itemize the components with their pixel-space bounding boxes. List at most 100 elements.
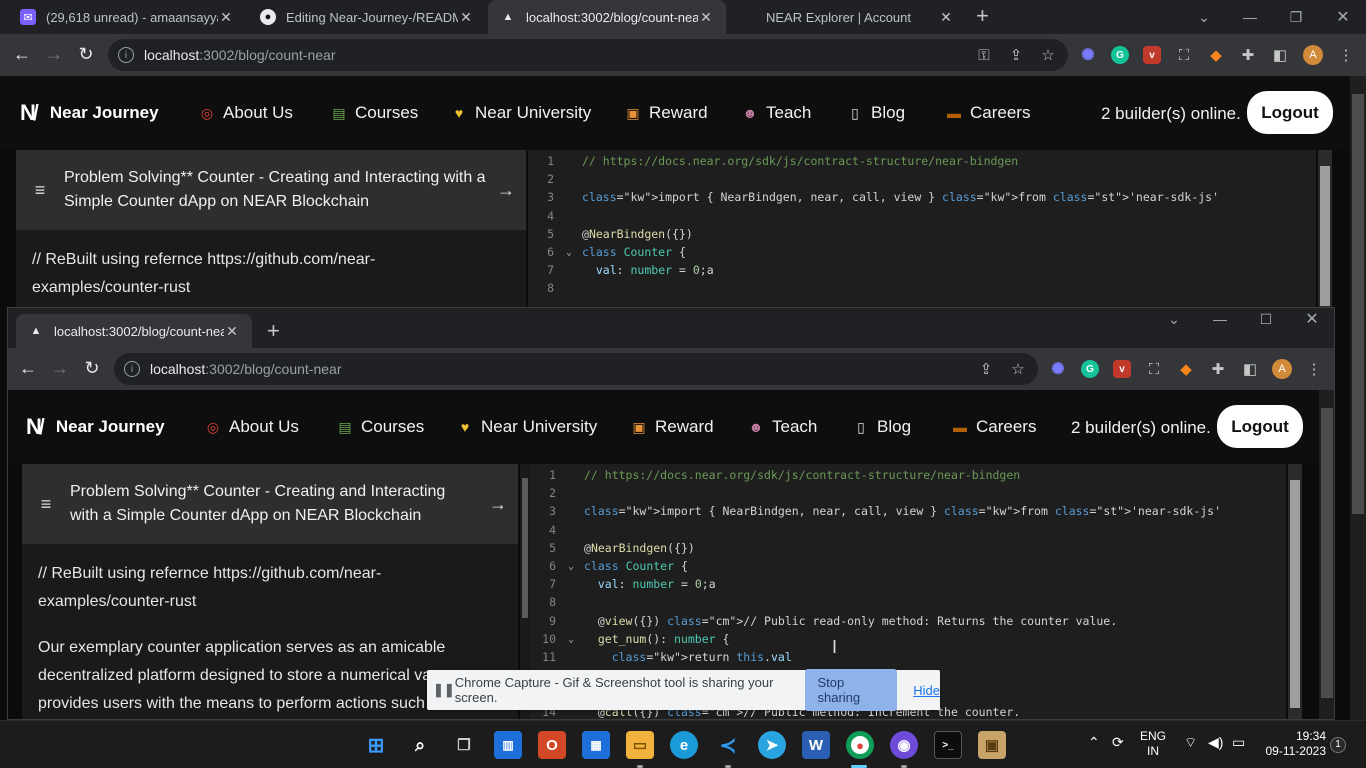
fold-chevron-icon[interactable]: ⌄ xyxy=(568,561,574,572)
new-tab-icon[interactable]: + xyxy=(976,3,989,29)
tab-search-icon[interactable]: ⌄ xyxy=(1181,0,1227,34)
nav-careers[interactable]: ▬ Careers xyxy=(946,103,1030,123)
grammarly-icon[interactable]: G xyxy=(1111,46,1129,64)
battery-icon[interactable]: ▭ xyxy=(1232,735,1245,750)
nav-near-university[interactable]: ♥ Near University xyxy=(457,417,597,437)
close-icon[interactable]: ✕ xyxy=(458,9,474,26)
minimize-icon[interactable]: — xyxy=(1197,308,1243,336)
package-icon[interactable]: ▣ xyxy=(978,731,1006,759)
extension-gear-icon[interactable]: ✺ xyxy=(1049,360,1067,378)
nav-blog[interactable]: ▯ Blog xyxy=(847,103,905,123)
share-icon[interactable]: ⇪ xyxy=(1007,46,1025,64)
tab-localhost[interactable]: ▲ localhost:3002/blog/count-near ✕ xyxy=(16,314,252,348)
extensions-puzzle-icon[interactable]: ✚ xyxy=(1239,46,1257,64)
minimize-icon[interactable]: — xyxy=(1227,0,1273,34)
nav-teach[interactable]: ☻ Teach xyxy=(748,417,818,437)
store-icon[interactable]: ▦ xyxy=(582,731,610,759)
tab-gmail[interactable]: ✉ (29,618 unread) - amaansayyad( ✕ xyxy=(8,0,246,34)
terminal-icon[interactable]: >_ xyxy=(934,731,962,759)
close-icon[interactable]: ✕ xyxy=(938,9,954,26)
grammarly-icon[interactable]: G xyxy=(1081,360,1099,378)
side-panel-icon[interactable]: ◧ xyxy=(1241,360,1259,378)
site-info-icon[interactable]: i xyxy=(124,361,140,377)
task-view-icon[interactable]: ❐ xyxy=(450,731,478,759)
stop-sharing-button[interactable]: Stop sharing xyxy=(805,669,898,711)
windows-start-icon[interactable]: ⊞ xyxy=(362,731,390,759)
telegram-icon[interactable]: ➤ xyxy=(758,731,786,759)
site-info-icon[interactable]: i xyxy=(118,47,134,63)
screenshot-icon[interactable]: ⛶ xyxy=(1145,360,1163,378)
word-icon[interactable]: W xyxy=(802,731,830,759)
logout-button[interactable]: Logout xyxy=(1247,91,1333,134)
scrollbar-thumb[interactable] xyxy=(1290,480,1300,708)
close-icon[interactable]: ✕ xyxy=(218,9,234,26)
fold-chevron-icon[interactable]: ⌄ xyxy=(566,247,572,258)
file-explorer-icon[interactable]: ▭ xyxy=(626,731,654,759)
vimeo-record-icon[interactable]: v xyxy=(1143,46,1161,64)
scrollbar-thumb[interactable] xyxy=(1320,166,1330,306)
maximize-icon[interactable]: ❐ xyxy=(1273,0,1319,34)
nav-careers[interactable]: ▬ Careers xyxy=(952,417,1036,437)
side-panel-icon[interactable]: ◧ xyxy=(1271,46,1289,64)
menu-kebab-icon[interactable]: ⋮ xyxy=(1337,46,1355,64)
extensions-puzzle-icon[interactable]: ✚ xyxy=(1209,360,1227,378)
notification-badge[interactable]: 1 xyxy=(1330,737,1346,753)
metamask-icon[interactable]: ◆ xyxy=(1207,46,1225,64)
wifi-icon[interactable]: ⌔ xyxy=(1184,735,1197,750)
sync-icon[interactable]: ⟳ xyxy=(1112,735,1124,750)
office-icon[interactable]: O xyxy=(538,731,566,759)
nav-reward[interactable]: ▣ Reward xyxy=(625,103,707,123)
editor-scrollbar[interactable] xyxy=(1288,464,1302,719)
brand-link[interactable]: N̸ Near Journey xyxy=(20,100,159,126)
clock[interactable]: 19:34 09-11-2023 xyxy=(1262,729,1327,759)
close-icon[interactable]: ✕ xyxy=(698,9,714,26)
tab-search-icon[interactable]: ⌄ xyxy=(1151,308,1197,336)
address-bar[interactable]: i localhost:3002/blog/count-near xyxy=(114,353,1038,385)
brand-link[interactable]: N̸ Near Journey xyxy=(26,414,165,440)
hide-link[interactable]: Hide xyxy=(913,683,940,698)
back-icon[interactable]: ← xyxy=(14,358,42,379)
hamburger-icon[interactable]: ≡ xyxy=(16,180,64,201)
back-icon[interactable]: ← xyxy=(8,44,36,65)
nav-blog[interactable]: ▯ Blog xyxy=(853,417,911,437)
page-scrollbar[interactable] xyxy=(1350,76,1366,720)
address-bar[interactable]: i localhost:3002/blog/count-near xyxy=(108,39,1068,71)
close-icon[interactable]: ✕ xyxy=(224,323,240,340)
close-window-icon[interactable]: ✕ xyxy=(1289,308,1334,336)
github-desktop-icon[interactable]: ◉ xyxy=(890,731,918,759)
scrollbar-thumb[interactable] xyxy=(1352,94,1364,514)
arrow-right-icon[interactable]: → xyxy=(486,180,526,201)
bookmark-star-icon[interactable]: ☆ xyxy=(1039,46,1057,64)
reload-icon[interactable]: ↻ xyxy=(72,44,100,65)
menu-kebab-icon[interactable]: ⋮ xyxy=(1305,360,1323,378)
screenshot-icon[interactable]: ⛶ xyxy=(1175,46,1193,64)
page-scrollbar[interactable] xyxy=(1319,390,1334,719)
volume-icon[interactable]: ◀) xyxy=(1208,735,1223,750)
editor-scrollbar[interactable] xyxy=(1318,150,1332,310)
chevron-up-icon[interactable]: ⌃ xyxy=(1088,735,1100,750)
fold-chevron-icon[interactable]: ⌄ xyxy=(568,634,574,645)
maximize-icon[interactable]: ☐ xyxy=(1243,308,1289,336)
profile-avatar[interactable]: A xyxy=(1272,359,1292,379)
reload-icon[interactable]: ↻ xyxy=(78,358,106,379)
nav-courses[interactable]: ▤ Courses xyxy=(331,103,418,123)
scrollbar-thumb[interactable] xyxy=(522,478,528,618)
tab-near-explorer[interactable]: NEAR Explorer | Account ✕ xyxy=(728,0,966,34)
widgets-icon[interactable]: ▥ xyxy=(494,731,522,759)
nav-reward[interactable]: ▣ Reward xyxy=(631,417,713,437)
tab-localhost[interactable]: ▲ localhost:3002/blog/count-near ✕ xyxy=(488,0,726,34)
hamburger-icon[interactable]: ≡ xyxy=(22,494,70,515)
forward-icon[interactable]: → xyxy=(40,44,68,65)
forward-icon[interactable]: → xyxy=(46,358,74,379)
profile-avatar[interactable]: A xyxy=(1303,45,1323,65)
nav-teach[interactable]: ☻ Teach xyxy=(742,103,812,123)
chrome-icon[interactable]: ● xyxy=(846,731,874,759)
new-tab-icon[interactable]: + xyxy=(267,318,280,344)
logout-button[interactable]: Logout xyxy=(1217,405,1303,448)
arrow-right-icon[interactable]: → xyxy=(478,494,518,515)
tab-github[interactable]: ● Editing Near-Journey-/README. ✕ xyxy=(248,0,486,34)
metamask-icon[interactable]: ◆ xyxy=(1177,360,1195,378)
close-window-icon[interactable]: ✕ xyxy=(1320,0,1366,34)
bookmark-star-icon[interactable]: ☆ xyxy=(1009,360,1027,378)
nav-near-university[interactable]: ♥ Near University xyxy=(451,103,591,123)
